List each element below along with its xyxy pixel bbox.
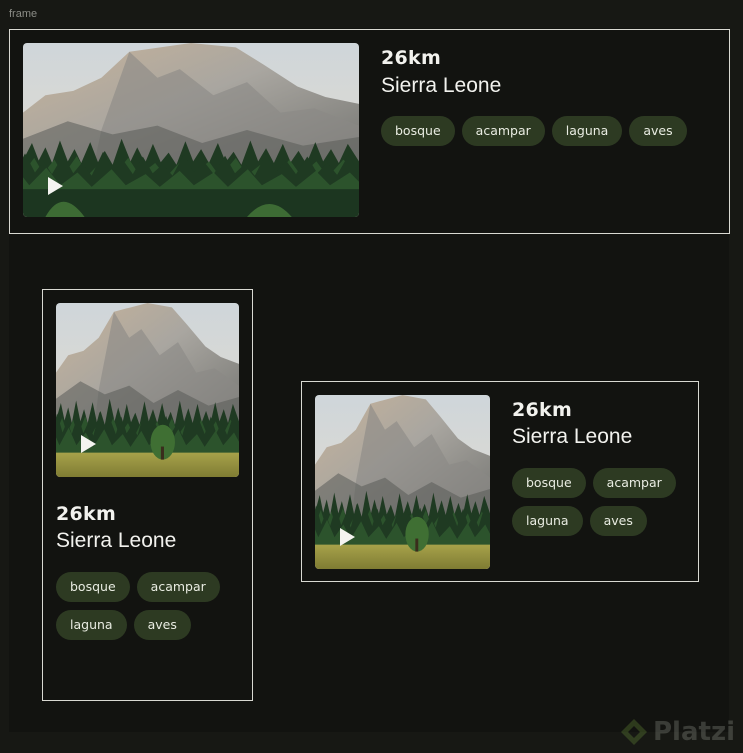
play-icon[interactable] bbox=[81, 435, 96, 453]
card-wide[interactable]: 26km Sierra Leone bosque acampar laguna … bbox=[9, 29, 730, 234]
tag-bosque[interactable]: bosque bbox=[56, 572, 130, 602]
tag-list: bosque acampar laguna aves bbox=[512, 468, 682, 536]
tag-aves[interactable]: aves bbox=[629, 116, 687, 146]
card-image bbox=[23, 43, 359, 217]
tag-laguna[interactable]: laguna bbox=[56, 610, 127, 640]
tag-list: bosque acampar laguna aves bbox=[381, 116, 721, 146]
card-distance: 26km bbox=[381, 47, 442, 69]
card-vertical[interactable]: 26km Sierra Leone bosque acampar laguna … bbox=[42, 289, 253, 701]
card-location: Sierra Leone bbox=[512, 425, 633, 448]
tag-acampar[interactable]: acampar bbox=[461, 116, 545, 146]
play-icon[interactable] bbox=[48, 177, 63, 195]
card-image bbox=[56, 303, 239, 477]
tag-laguna[interactable]: laguna bbox=[512, 506, 583, 536]
frame-label: frame bbox=[9, 8, 38, 20]
watermark-text: Platzi bbox=[653, 717, 735, 747]
tag-bosque[interactable]: bosque bbox=[512, 468, 586, 498]
tag-aves[interactable]: aves bbox=[589, 506, 647, 536]
canvas: frame 26km Sierra Leone bosque acampar l… bbox=[0, 0, 743, 753]
card-distance: 26km bbox=[512, 399, 573, 421]
card-compact[interactable]: 26km Sierra Leone bosque acampar laguna … bbox=[301, 381, 699, 582]
tag-laguna[interactable]: laguna bbox=[551, 116, 623, 146]
card-image bbox=[315, 395, 490, 569]
card-location: Sierra Leone bbox=[56, 529, 177, 552]
card-location: Sierra Leone bbox=[381, 74, 502, 97]
play-icon[interactable] bbox=[340, 528, 355, 546]
tag-aves[interactable]: aves bbox=[133, 610, 191, 640]
platzi-logo-icon bbox=[621, 719, 647, 745]
tag-bosque[interactable]: bosque bbox=[381, 116, 455, 146]
platzi-watermark: Platzi bbox=[619, 717, 735, 747]
card-distance: 26km bbox=[56, 503, 117, 525]
tag-list: bosque acampar laguna aves bbox=[56, 572, 246, 640]
tag-acampar[interactable]: acampar bbox=[136, 572, 220, 602]
tag-acampar[interactable]: acampar bbox=[592, 468, 676, 498]
